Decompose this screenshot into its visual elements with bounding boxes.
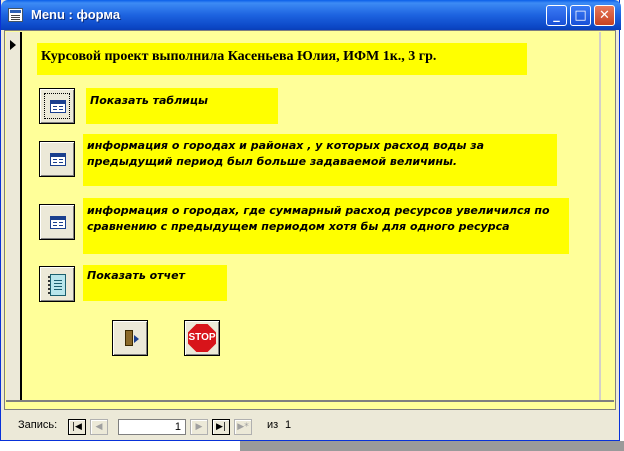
current-record-arrow-icon — [10, 40, 16, 50]
exit-door-icon — [125, 330, 133, 346]
maximize-button[interactable]: □ — [570, 5, 591, 26]
form-window-icon[interactable] — [8, 8, 23, 22]
stop-sign-icon: STOP — [188, 324, 216, 352]
desktop-gray-area — [240, 441, 624, 451]
next-record-button[interactable]: ▶ — [190, 419, 208, 435]
menu-form-window: Menu : форма _ □ ✕ Курсовой проект выпол… — [0, 0, 621, 441]
current-record-field[interactable]: 1 — [118, 419, 186, 435]
project-heading: Курсовой проект выполнила Касеньева Юлия… — [37, 43, 527, 75]
previous-record-button[interactable]: ◀ — [90, 419, 108, 435]
title-bar[interactable]: Menu : форма _ □ ✕ — [1, 0, 621, 30]
exit-arrow-icon — [134, 335, 139, 343]
water-consumption-query-label: информация о городах и районах , у котор… — [83, 134, 557, 186]
show-report-label: Показать отчет — [83, 265, 227, 301]
vertical-divider — [599, 32, 601, 400]
form-icon — [50, 100, 66, 113]
form-icon — [50, 216, 66, 229]
record-label: Запись: — [18, 419, 58, 431]
total-records-count: 1 — [285, 419, 292, 431]
minimize-button[interactable]: _ — [546, 5, 567, 26]
close-button[interactable]: ✕ — [594, 5, 615, 26]
show-tables-button[interactable] — [39, 88, 75, 124]
water-consumption-query-button[interactable] — [39, 141, 75, 177]
record-navigation-bar: Запись: |◀ ◀ 1 ▶ ▶| ▶* из 1 — [4, 413, 616, 439]
exit-button[interactable] — [112, 320, 148, 356]
show-report-button[interactable] — [39, 266, 75, 302]
horizontal-divider — [6, 400, 614, 402]
record-selector[interactable] — [6, 32, 22, 400]
resource-increase-query-label: информация о городах, где суммарный расх… — [83, 198, 569, 254]
record-of-label: из — [267, 419, 279, 431]
new-record-button[interactable]: ▶* — [234, 419, 252, 435]
report-icon — [48, 274, 66, 296]
form-icon — [50, 153, 66, 166]
stop-button[interactable]: STOP — [184, 320, 220, 356]
resource-increase-query-button[interactable] — [39, 204, 75, 240]
last-record-button[interactable]: ▶| — [212, 419, 230, 435]
first-record-button[interactable]: |◀ — [68, 419, 86, 435]
show-tables-label: Показать таблицы — [86, 88, 278, 124]
window-title: Menu : форма — [31, 7, 121, 22]
